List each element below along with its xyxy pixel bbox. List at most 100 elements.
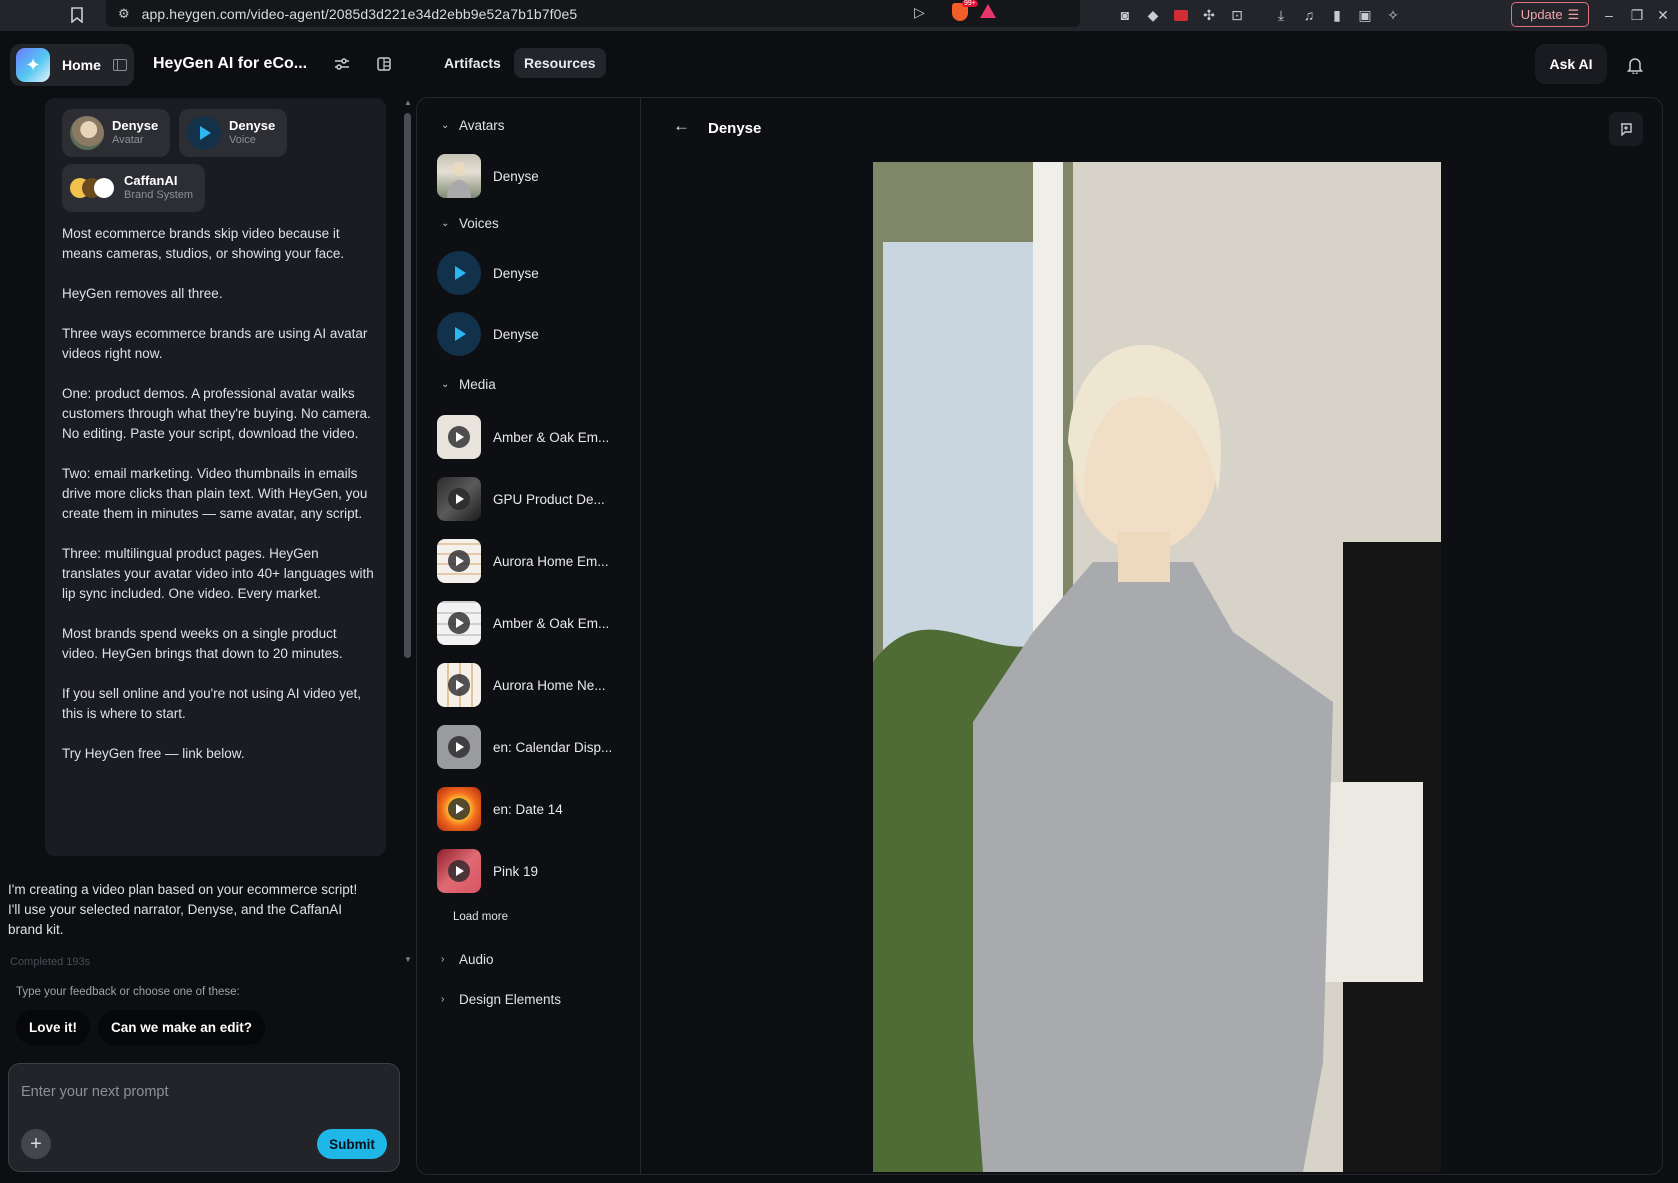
minimize-icon[interactable]: – [1598, 4, 1620, 26]
section-audio[interactable]: › Audio [441, 952, 494, 967]
message-body: Most ecommerce brands skip video because… [62, 224, 374, 784]
section-voices[interactable]: ⌄ Voices [441, 216, 499, 231]
add-to-chat-icon[interactable] [1609, 112, 1643, 146]
site-settings-icon[interactable]: ⚙ [118, 6, 130, 22]
rewards-icon[interactable] [980, 4, 996, 18]
app-header: ✦ Home HeyGen AI for eCo... Artifacts Re… [0, 31, 1678, 98]
browser-toolbar: ⚙ app.heygen.com/video-agent/2085d3d221e… [0, 0, 1678, 31]
ai-sparkle-icon[interactable]: ✧ [1382, 4, 1404, 26]
tab-resources[interactable]: Resources [514, 48, 606, 78]
message-paragraph: Most ecommerce brands skip video because… [62, 226, 345, 261]
address-bar[interactable]: ⚙ app.heygen.com/video-agent/2085d3d221e… [106, 0, 1080, 27]
message-paragraph: Most brands spend weeks on a single prod… [62, 626, 343, 661]
add-attachment-button[interactable]: + [21, 1129, 51, 1159]
close-icon[interactable]: ✕ [1652, 4, 1674, 26]
love-it-button[interactable]: Love it! [16, 1010, 91, 1045]
list-item[interactable]: Pink 19 [437, 848, 637, 894]
plus-icon: + [30, 1132, 42, 1155]
user-message-card: Denyse Avatar Denyse Voice CaffanAI Bran… [45, 98, 386, 856]
back-arrow-icon[interactable]: ← [673, 116, 690, 136]
list-item[interactable]: GPU Product De... [437, 476, 637, 522]
extension-icon[interactable]: ◆ [1142, 4, 1164, 26]
list-item[interactable]: Aurora Home Ne... [437, 662, 637, 708]
message-paragraph: Two: email marketing. Video thumbnails i… [62, 466, 368, 521]
menu-icon: ☰ [1567, 6, 1580, 22]
bell-icon[interactable] [1620, 50, 1650, 80]
brand-chip[interactable]: CaffanAI Brand System [62, 164, 205, 212]
play-icon [448, 488, 470, 510]
media-thumbnail [437, 415, 481, 459]
home-button[interactable]: ✦ Home [10, 44, 134, 86]
list-item[interactable]: Amber & Oak Em... [437, 600, 637, 646]
section-media[interactable]: ⌄ Media [441, 377, 496, 392]
media-thumbnail [437, 663, 481, 707]
wallet-icon[interactable]: ▣ [1354, 4, 1376, 26]
section-design-elements[interactable]: › Design Elements [441, 992, 561, 1007]
scroll-down-icon[interactable]: ▼ [403, 955, 413, 965]
avatar-thumbnail [437, 154, 481, 198]
home-label: Home [62, 57, 101, 73]
url-text: app.heygen.com/video-agent/2085d3d221e34… [141, 5, 578, 22]
chevron-down-icon: ⌄ [441, 379, 450, 390]
puzzle-icon[interactable]: ✣ [1198, 4, 1220, 26]
play-icon [448, 798, 470, 820]
status-text: Completed 193s [10, 956, 91, 968]
play-icon [448, 674, 470, 696]
prompt-composer: + Submit [8, 1063, 400, 1172]
resources-list: ⌄ Avatars Denyse ⌄ Voices Denyse Denyse … [417, 98, 641, 1174]
media-thumbnail [437, 787, 481, 831]
chat-scrollbar[interactable] [404, 113, 411, 658]
section-avatars[interactable]: ⌄ Avatars [441, 118, 505, 133]
update-button[interactable]: Update ☰ [1511, 2, 1589, 27]
send-icon[interactable]: ▷ [914, 4, 925, 21]
resources-panel: ⌄ Avatars Denyse ⌄ Voices Denyse Denyse … [416, 97, 1663, 1175]
media-thumbnail [437, 849, 481, 893]
prompt-input[interactable] [21, 1078, 381, 1106]
bookmark-icon[interactable] [66, 4, 88, 26]
sidebar-toggle-icon[interactable] [112, 59, 127, 71]
avatar-thumbnail [70, 116, 104, 150]
list-item[interactable]: Aurora Home Em... [437, 538, 637, 584]
make-edit-button[interactable]: Can we make an edit? [98, 1010, 266, 1045]
chevron-right-icon: › [441, 954, 445, 965]
message-paragraph: HeyGen removes all three. [62, 286, 223, 301]
list-item[interactable]: Denyse [437, 250, 637, 296]
assistant-message: I'm creating a video plan based on your … [8, 882, 358, 937]
load-more-link[interactable]: Load more [453, 911, 508, 923]
ask-ai-button[interactable]: Ask AI [1535, 44, 1607, 84]
play-icon [437, 312, 481, 356]
heygen-logo: ✦ [16, 48, 50, 82]
media-thumbnail [437, 725, 481, 769]
list-item[interactable]: Denyse [437, 153, 637, 199]
avatar-chip[interactable]: Denyse Avatar [62, 109, 170, 157]
detail-title: Denyse [708, 120, 762, 137]
project-title[interactable]: HeyGen AI for eCo... [153, 55, 307, 73]
message-paragraph: Three ways ecommerce brands are using AI… [62, 326, 368, 361]
download-icon[interactable]: ⤓ [1270, 4, 1292, 26]
sidebar-icon[interactable]: ▮ [1326, 4, 1348, 26]
play-icon [448, 612, 470, 634]
list-item[interactable]: en: Calendar Disp... [437, 724, 637, 770]
screenshot-icon[interactable]: ◙ [1114, 4, 1136, 26]
maximize-icon[interactable]: ❐ [1626, 4, 1648, 26]
play-icon [448, 426, 470, 448]
media-thumbnail [437, 539, 481, 583]
layout-toggle-icon[interactable] [367, 47, 401, 81]
tab-artifacts[interactable]: Artifacts [434, 48, 511, 78]
scroll-up-icon[interactable]: ▲ [403, 98, 413, 108]
list-item[interactable]: Amber & Oak Em... [437, 414, 637, 460]
extension-icon[interactable] [1170, 4, 1192, 26]
settings-sliders-icon[interactable] [325, 47, 359, 81]
list-item[interactable]: Denyse [437, 311, 637, 357]
play-icon [437, 251, 481, 295]
brand-colors-icon [70, 175, 116, 201]
media-thumbnail [437, 477, 481, 521]
voice-chip[interactable]: Denyse Voice [179, 109, 287, 157]
music-icon[interactable]: ♫ [1298, 4, 1320, 26]
notification-count: 99+ [962, 0, 978, 7]
play-icon [187, 116, 221, 150]
submit-button[interactable]: Submit [317, 1129, 387, 1159]
search-page-icon[interactable]: ⊡ [1226, 4, 1248, 26]
chevron-down-icon: ⌄ [441, 120, 450, 131]
list-item[interactable]: en: Date 14 [437, 786, 637, 832]
